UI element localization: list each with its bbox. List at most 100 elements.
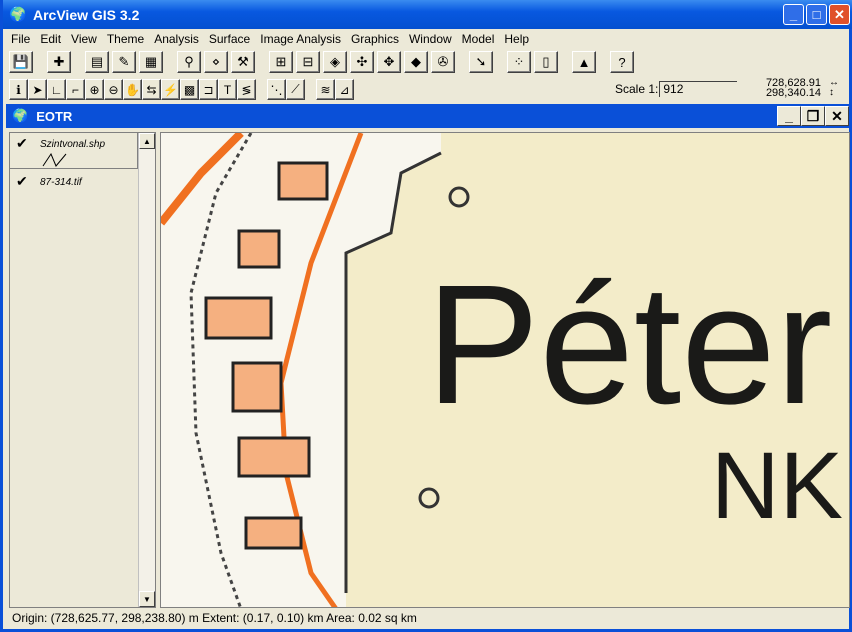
scroll-down-arrow[interactable]: ▼ [139, 591, 155, 607]
clear-selected-button[interactable]: ➘ [469, 51, 493, 73]
zoom-selected-button[interactable]: ◈ [323, 51, 347, 73]
zoom-in-icon: ✣ [356, 54, 368, 69]
map-point-symbol [448, 186, 470, 208]
view-restore-button[interactable]: ❐ [801, 106, 825, 126]
open-table-button[interactable]: ▦ [139, 51, 163, 73]
zoom-selected-icon: ◈ [330, 54, 340, 69]
toc-theme-tif[interactable]: ✔ 87-314.tif [10, 171, 138, 191]
select-feature-icon: ⌐ [71, 82, 79, 97]
view-globe-icon: 🌍 [12, 108, 29, 123]
menu-edit[interactable]: Edit [35, 30, 66, 48]
coordinate-arrows-icon: ↔ ↕ [829, 77, 839, 98]
layout-icon: ▯ [542, 54, 550, 69]
menu-image-analysis[interactable]: Image Analysis [255, 30, 346, 48]
menu-analysis[interactable]: Analysis [149, 30, 204, 48]
contour-button[interactable]: ≋ [316, 79, 335, 100]
scroll-up-arrow[interactable]: ▲ [139, 133, 155, 149]
map-point-symbol [418, 487, 440, 509]
pan-button[interactable]: ✋ [123, 79, 142, 100]
zoom-out-tool-button[interactable]: ⊖ [104, 79, 123, 100]
edit-legend-button[interactable]: ✎ [112, 51, 136, 73]
theme-properties-button[interactable]: ▤ [85, 51, 109, 73]
minimize-button[interactable]: _ [783, 4, 804, 25]
spot-button[interactable]: ⊿ [335, 79, 354, 100]
find-icon: ⚲ [184, 54, 194, 69]
zoom-full-extent-icon: ⊞ [275, 54, 287, 69]
pan-icon: ✋ [125, 82, 140, 97]
arcview-globe-icon: 🌍 [9, 5, 27, 22]
menu-graphics[interactable]: Graphics [346, 30, 404, 48]
zoom-active-themes-button[interactable]: ⊟ [296, 51, 320, 73]
toc-theme-szintvonal[interactable]: ✔ Szintvonal.shp [10, 133, 138, 169]
maximize-button[interactable]: □ [806, 4, 827, 25]
zoom-previous-icon: ◆ [411, 54, 421, 69]
zoom-out-button[interactable]: ✥ [377, 51, 401, 73]
table-of-contents: ✔ Szintvonal.shp ✔ 87-314.tif ▲ ▼ [9, 132, 156, 608]
zoom-full-extent-button[interactable]: ⊞ [269, 51, 293, 73]
select-feature-button[interactable]: ⌐ [66, 79, 85, 100]
pointer-icon: ➤ [32, 82, 43, 97]
map-display[interactable]: Péter NK [160, 132, 850, 608]
query-builder-icon: ⚒ [237, 54, 249, 69]
status-bar: Origin: (728,625.77, 298,238.80) m Exten… [12, 611, 417, 625]
line-tool-icon: ⟋ [291, 82, 300, 96]
draw-button[interactable]: ≶ [237, 79, 256, 100]
theme-name: 87-314.tif [40, 177, 82, 188]
select-by-theme-icon: ✇ [437, 54, 449, 69]
draw-icon: ≶ [241, 82, 252, 97]
menu-help[interactable]: Help [499, 30, 534, 48]
add-theme-icon: ✚ [53, 54, 65, 69]
menu-theme[interactable]: Theme [102, 30, 149, 48]
hot-link-button[interactable]: ⚡ [161, 79, 180, 100]
map-label-peter: Péter [426, 250, 832, 440]
layout-button[interactable]: ▯ [534, 51, 558, 73]
clear-selected-icon: ➘ [475, 54, 487, 69]
histogram-button[interactable]: ▲ [572, 51, 596, 73]
create-chart-button[interactable]: ⁘ [507, 51, 531, 73]
arcview-window: 🌍 ArcView GIS 3.2 _ □ ✕ File Edit View Them… [0, 0, 852, 632]
save-button[interactable]: 💾 [9, 51, 33, 73]
help-icon: ? [618, 54, 626, 70]
button-bar: 💾 ✚ ▤ ✎ ▦ ⚲ ⋄ ⚒ ⊞ ⊟ ◈ ✣ ✥ ◆ ✇ ➘ ⁘ ▯ ▲? [9, 51, 637, 73]
edit-legend-icon: ✎ [118, 54, 130, 69]
identify-button[interactable]: ℹ [9, 79, 28, 100]
snap-button[interactable]: ⋱ [267, 79, 286, 100]
zoom-in-button[interactable]: ✣ [350, 51, 374, 73]
scale-box: Scale 1: 912 [615, 81, 738, 97]
menu-file[interactable]: File [6, 30, 35, 48]
measure-icon: ⇆ [146, 82, 157, 97]
view-close-button[interactable]: ✕ [825, 106, 849, 126]
snap-icon: ⋱ [270, 82, 283, 97]
toc-scrollbar[interactable]: ▲ ▼ [138, 133, 155, 607]
menu-bar: File Edit View Theme Analysis Surface Image An… [6, 30, 534, 48]
label-button[interactable]: ⊐ [199, 79, 218, 100]
view-minimize-button[interactable]: _ [777, 106, 801, 126]
select-by-theme-button[interactable]: ✇ [431, 51, 455, 73]
spot-icon: ⊿ [339, 82, 350, 97]
menu-surface[interactable]: Surface [204, 30, 255, 48]
locate-address-button[interactable]: ⋄ [204, 51, 228, 73]
help-button[interactable]: ? [610, 51, 634, 73]
line-tool-button[interactable]: ⟋ [286, 79, 305, 100]
zoom-in-tool-button[interactable]: ⊕ [85, 79, 104, 100]
text-button[interactable]: T [218, 79, 237, 100]
menu-window[interactable]: Window [404, 30, 457, 48]
theme-visible-checkbox[interactable]: ✔ [16, 173, 28, 190]
close-button[interactable]: ✕ [829, 4, 850, 25]
menu-model[interactable]: Model [457, 30, 500, 48]
map-image: Péter NK [161, 133, 843, 607]
zoom-previous-button[interactable]: ◆ [404, 51, 428, 73]
vertex-edit-button[interactable]: ∟ [47, 79, 66, 100]
measure-button[interactable]: ⇆ [142, 79, 161, 100]
pointer-button[interactable]: ➤ [28, 79, 47, 100]
zoom-active-themes-icon: ⊟ [302, 54, 314, 69]
query-builder-button[interactable]: ⚒ [231, 51, 255, 73]
hot-link-icon: ⚡ [163, 82, 178, 97]
add-theme-button[interactable]: ✚ [47, 51, 71, 73]
menu-view[interactable]: View [66, 30, 102, 48]
scale-input[interactable]: 912 [659, 81, 738, 97]
theme-visible-checkbox[interactable]: ✔ [16, 135, 28, 152]
view-title-bar: 🌍 EOTR _ ❐ ✕ [6, 104, 852, 128]
find-button[interactable]: ⚲ [177, 51, 201, 73]
area-of-interest-button[interactable]: ▩ [180, 79, 199, 100]
